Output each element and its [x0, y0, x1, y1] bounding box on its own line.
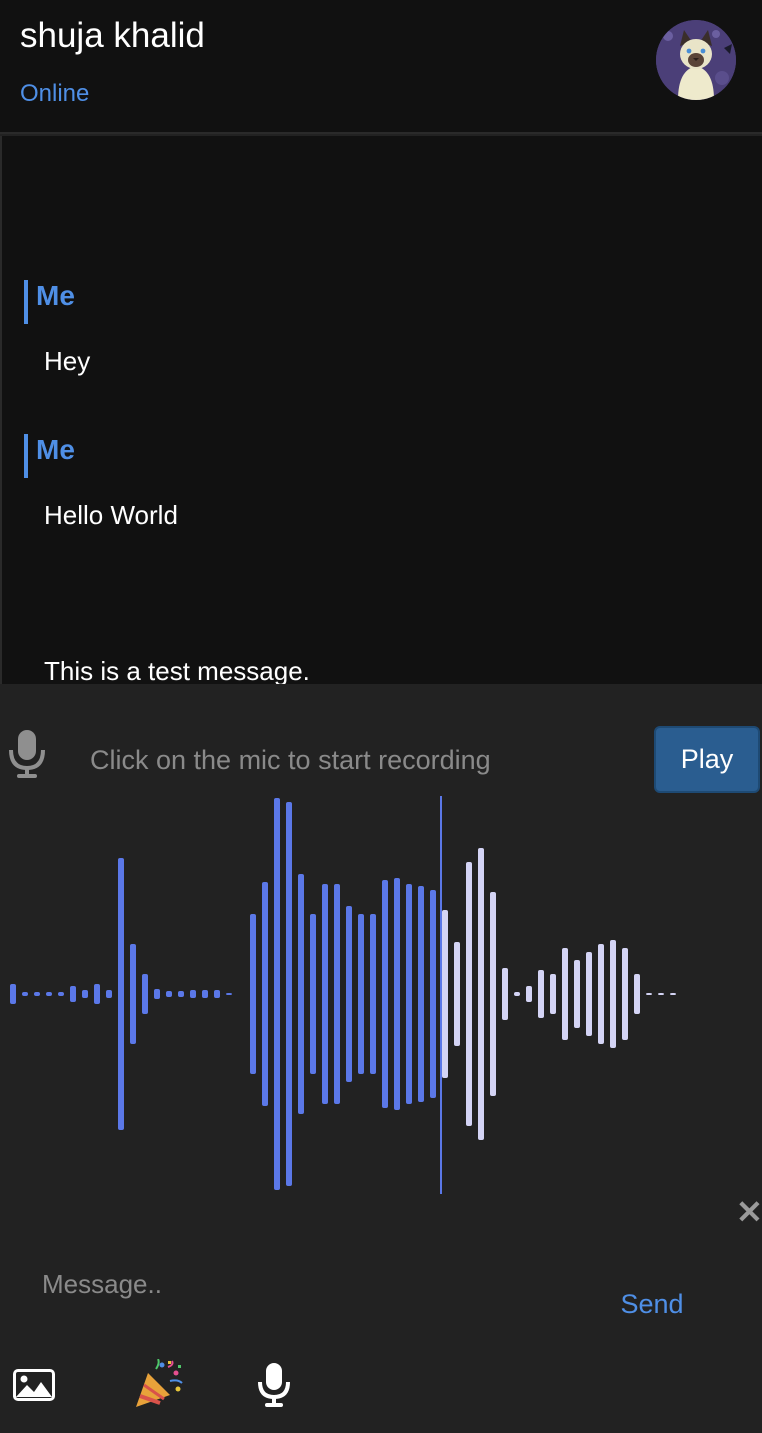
waveform-bar [334, 884, 340, 1104]
waveform-bar [622, 948, 628, 1040]
waveform-bar [478, 848, 484, 1140]
record-hint: Click on the mic to start recording [90, 745, 491, 775]
waveform-bar [598, 944, 604, 1044]
waveform-bar [166, 991, 172, 997]
waveform-bar [142, 974, 148, 1014]
waveform-bar [418, 886, 424, 1102]
waveform-bar [454, 942, 460, 1046]
message-list[interactable]: Me Hey Me Hello World This is a test mes… [0, 136, 762, 684]
waveform-bar [22, 992, 28, 996]
avatar[interactable] [656, 20, 736, 100]
waveform-bar [58, 992, 64, 996]
waveform-bar [370, 914, 376, 1074]
waveform-bar [670, 993, 676, 995]
record-mic-icon[interactable] [8, 728, 46, 780]
waveform-bar [382, 880, 388, 1108]
waveform-bar [202, 990, 208, 998]
waveform-bar [46, 992, 52, 996]
waveform-bar [94, 984, 100, 1004]
image-button[interactable] [10, 1358, 58, 1414]
waveform-bar [658, 993, 664, 995]
voice-button[interactable] [254, 1358, 294, 1414]
audio-waveform[interactable] [0, 794, 762, 1204]
image-icon [13, 1368, 55, 1401]
message-item: Me Hey [24, 280, 90, 376]
waveform-bar [34, 992, 40, 996]
waveform-bar [262, 882, 268, 1106]
waveform-bar [430, 890, 436, 1098]
waveform-bar [442, 910, 448, 1078]
waveform-bar [118, 858, 124, 1130]
cat-avatar-image [656, 20, 736, 100]
close-icon[interactable]: ✕ [736, 1196, 762, 1228]
waveform-bar [562, 948, 568, 1040]
message-text-partial: This is a test message. [44, 656, 310, 684]
waveform-bar [490, 892, 496, 1096]
waveform-bar [322, 884, 328, 1104]
waveform-bar [526, 986, 532, 1002]
waveform-bar [358, 914, 364, 1074]
waveform-bar [154, 989, 160, 999]
waveform-bar [274, 798, 280, 1190]
waveform-bar [466, 862, 472, 1126]
chat-header: shuja khalid Online [0, 0, 762, 134]
waveform-bar [226, 993, 232, 995]
send-button[interactable]: Send [604, 1284, 700, 1324]
waveform-bar [394, 878, 400, 1110]
party-popper-icon [136, 1358, 183, 1407]
celebrate-button[interactable] [130, 1358, 186, 1414]
waveform-bar [106, 990, 112, 998]
waveform-bar [310, 914, 316, 1074]
message-input[interactable] [30, 1262, 590, 1306]
waveform-bar [286, 802, 292, 1186]
waveform-bar [10, 984, 16, 1004]
waveform-bar [634, 974, 640, 1014]
message-sender: Me [24, 280, 90, 324]
waveform-bar [502, 968, 508, 1020]
waveform-bar [514, 992, 520, 996]
message-sender: Me [24, 434, 178, 478]
waveform-bar [70, 986, 76, 1002]
voice-recorder-panel: Click on the mic to start recording Play… [0, 684, 762, 1433]
waveform-bar [250, 914, 256, 1074]
waveform-bar [178, 991, 184, 997]
message-item: Me Hello World [24, 434, 178, 530]
waveform-bar [214, 990, 220, 998]
waveform-bar [550, 974, 556, 1014]
play-button[interactable]: Play [654, 726, 760, 793]
waveform-bar [646, 993, 652, 995]
waveform-bar [406, 884, 412, 1104]
waveform-bar [130, 944, 136, 1044]
contact-name: shuja khalid [20, 16, 205, 55]
waveform-bar [190, 990, 196, 998]
waveform-bar [610, 940, 616, 1048]
waveform-bar [298, 874, 304, 1114]
waveform-bar [538, 970, 544, 1018]
waveform-bar [586, 952, 592, 1036]
message-text: Hello World [44, 500, 178, 530]
waveform-bar [574, 960, 580, 1028]
waveform-bar [82, 990, 88, 998]
message-text: Hey [44, 346, 91, 376]
waveform-bar [346, 906, 352, 1082]
contact-status: Online [20, 80, 90, 107]
microphone-icon [258, 1362, 290, 1407]
